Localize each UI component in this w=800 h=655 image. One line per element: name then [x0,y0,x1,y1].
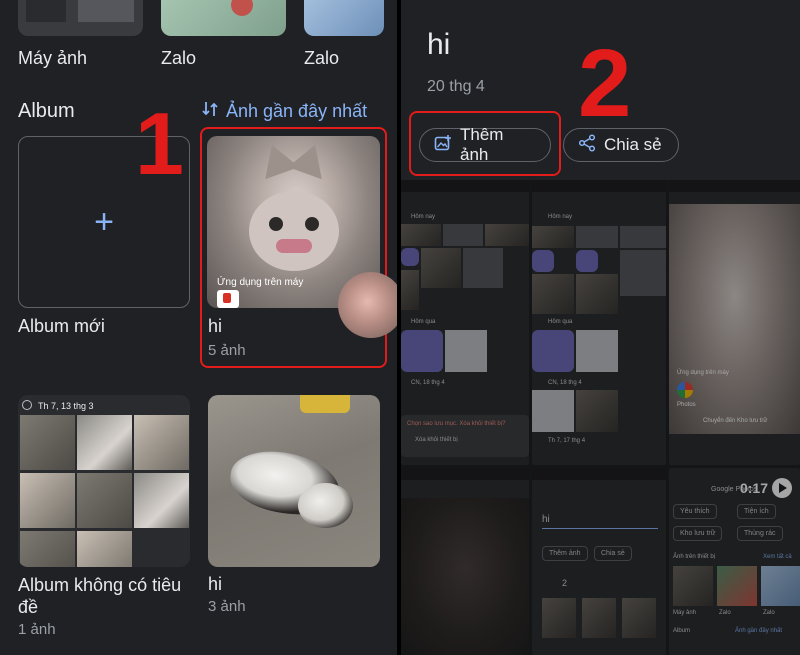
section-title-album: Album [18,100,75,122]
album-label-zalo-2: Zalo [304,48,340,68]
album-title-hi-2: hi [208,574,223,594]
album-label-zalo-1: Zalo [161,48,197,68]
blurred-avatar [338,272,397,338]
plus-icon: + [94,202,114,241]
share-icon [578,133,596,157]
step-number-2: 2 [578,30,632,137]
album-thumb-untitled[interactable]: Th 7, 13 thg 3 [18,395,190,567]
highlight-box-add-photo [409,111,561,176]
album-thumb-zalo-1[interactable] [161,0,286,36]
album-date-caption: Th 7, 13 thg 3 [38,401,94,411]
share-button[interactable]: Chia sẻ [563,128,679,162]
albums-panel: Máy ảnh Zalo Zalo Album Ảnh gần đây nhất… [0,0,397,655]
album-detail-panel: hi 20 thg 4 2 Thêm ảnh Chia sẻ Hôm nay H… [401,0,800,655]
album-label-camera: Máy ảnh [18,48,88,68]
album-thumb-zalo-2[interactable] [304,0,384,36]
sort-recent-link[interactable]: Ảnh gần đây nhất [202,100,367,123]
dim-overlay [401,180,800,655]
album-date: 20 thg 4 [427,78,485,95]
album-thumb-hi-2[interactable] [208,395,380,567]
new-album-label: Album mới [18,316,105,336]
screenshot-root: Máy ảnh Zalo Zalo Album Ảnh gần đây nhất… [0,0,800,655]
album-title-untitled: Album không có tiêu đề [18,575,182,617]
sort-recent-label: Ảnh gần đây nhất [226,101,368,121]
sort-arrows-icon [202,100,218,123]
album-title: hi [427,28,451,61]
step-number-1: 1 [135,94,184,193]
album-count-untitled: 1 ảnh [18,621,56,638]
album-count-hi-2: 3 ảnh [208,598,246,615]
share-label: Chia sẻ [604,135,662,154]
album-thumb-camera[interactable] [18,0,143,36]
select-circle [22,400,32,410]
